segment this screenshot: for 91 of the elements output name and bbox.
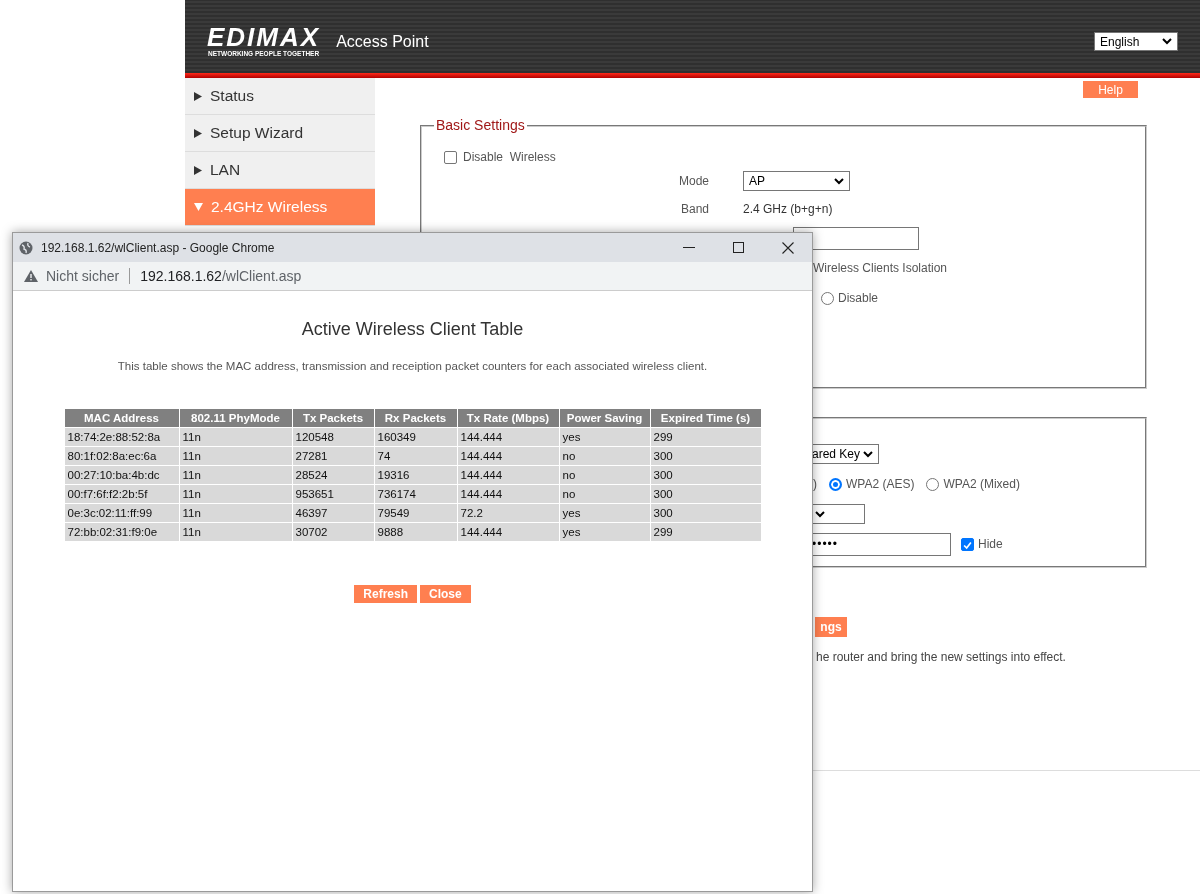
table-cell: 11n xyxy=(179,504,292,522)
table-cell: 300 xyxy=(650,447,761,465)
table-cell: 11n xyxy=(179,485,292,503)
table-cell: 144.444 xyxy=(457,447,559,465)
option-label: Wireless Clients Isolation xyxy=(813,261,948,275)
radio-button[interactable] xyxy=(926,477,940,491)
table-cell: 9888 xyxy=(374,523,457,541)
table-cell: 300 xyxy=(650,485,761,503)
table-cell: yes xyxy=(559,428,650,446)
product-title: Access Point xyxy=(336,32,429,51)
table-cell: 74 xyxy=(374,447,457,465)
caret-icon xyxy=(815,510,825,518)
table-cell: 300 xyxy=(650,466,761,484)
window-title: 192.168.1.62/wlClient.asp - Google Chrome xyxy=(41,240,275,255)
caret-icon xyxy=(1162,38,1172,45)
table-cell: 11n xyxy=(179,523,292,541)
column-header: MAC Address xyxy=(64,409,179,427)
table-cell: no xyxy=(559,466,650,484)
url-text: 192.168.1.62/wlClient.asp xyxy=(140,268,302,284)
table-cell: 11n xyxy=(179,466,292,484)
column-header: Tx Rate (Mbps) xyxy=(457,409,559,427)
checkbox[interactable] xyxy=(444,150,457,164)
table-cell: 736174 xyxy=(374,485,457,503)
column-header: Power Saving xyxy=(559,409,650,427)
table-cell: 00:27:10:ba:4b:dc xyxy=(64,466,179,484)
table-cell: 953651 xyxy=(292,485,374,503)
maximize-icon[interactable] xyxy=(733,242,744,253)
table-cell: 299 xyxy=(650,428,761,446)
table-cell: no xyxy=(559,485,650,503)
table-cell: 11n xyxy=(179,428,292,446)
table-cell: 72.2 xyxy=(457,504,559,522)
table-cell: 28524 xyxy=(292,466,374,484)
table-cell: 18:74:2e:88:52:8a xyxy=(64,428,179,446)
column-header: 802.11 PhyMode xyxy=(179,409,292,427)
description-text: This table shows the MAC address, transmission and receiption packet counters for each associated wireless client. xyxy=(117,360,708,372)
table-cell: 80:1f:02:8a:ec:6a xyxy=(64,447,179,465)
radio-label: Disable xyxy=(838,291,879,305)
radio-button[interactable] xyxy=(829,477,842,491)
table-cell: 300 xyxy=(650,504,761,522)
table-cell: 00:f7:6f:f2:2b:5f xyxy=(64,485,179,503)
table-cell: yes xyxy=(559,523,650,541)
sidebar-item[interactable]: Setup Wizard xyxy=(185,115,375,152)
warning-icon xyxy=(24,270,38,282)
checkbox-label: Disable Wireless xyxy=(463,150,556,164)
panel-legend: Basic Settings xyxy=(434,117,527,133)
caret-icon xyxy=(834,177,844,185)
table-cell: 144.444 xyxy=(457,428,559,446)
security-label: Nicht sicher xyxy=(46,268,120,284)
table-cell: 79549 xyxy=(374,504,457,522)
table-cell: 30702 xyxy=(292,523,374,541)
language-select[interactable]: English xyxy=(1094,32,1178,51)
radio-label: WPA2 (Mixed) xyxy=(943,477,1020,491)
table-cell: 11n xyxy=(179,447,292,465)
table-cell: 160349 xyxy=(374,428,457,446)
triangle-down-icon xyxy=(194,203,203,211)
field-label: Mode xyxy=(677,174,709,188)
column-header: Expired Time (s) xyxy=(650,409,761,427)
table-cell: yes xyxy=(559,504,650,522)
table-cell: no xyxy=(559,447,650,465)
table-cell: 144.444 xyxy=(457,485,559,503)
logo: EDIMAX xyxy=(207,23,321,50)
triangle-right-icon xyxy=(194,165,202,175)
radio-label: ) xyxy=(813,477,817,491)
table-cell: 144.444 xyxy=(457,523,559,541)
table-cell: 0e:3c:02:11:ff:99 xyxy=(64,504,179,522)
table-cell: 299 xyxy=(650,523,761,541)
globe-icon xyxy=(19,240,33,255)
table-cell: 19316 xyxy=(374,466,457,484)
table-cell: 72:bb:02:31:f9:0e xyxy=(64,523,179,541)
minimize-icon[interactable] xyxy=(683,246,695,249)
table-cell: 120548 xyxy=(292,428,374,446)
column-header: Rx Packets xyxy=(374,409,457,427)
radio-label: WPA2 (AES) xyxy=(846,477,915,491)
triangle-right-icon xyxy=(194,128,202,138)
radio-button[interactable] xyxy=(821,291,834,305)
table-cell: 27281 xyxy=(292,447,374,465)
field-label: Band xyxy=(679,202,709,216)
table-cell: 46397 xyxy=(292,504,374,522)
sidebar-item[interactable]: Status xyxy=(185,78,375,115)
checkbox-label: Hide xyxy=(978,537,1003,551)
checkbox[interactable] xyxy=(961,537,974,551)
note-text: he router and bring the new settings into effect. xyxy=(816,650,1066,664)
sidebar-item[interactable]: LAN xyxy=(185,152,375,189)
caret-icon xyxy=(863,450,873,458)
page-heading: Active Wireless Client Table xyxy=(301,319,524,340)
triangle-right-icon xyxy=(194,91,202,101)
mode-select[interactable]: AP xyxy=(743,171,850,191)
table-cell: 144.444 xyxy=(457,466,559,484)
field-value: 2.4 GHz (b+g+n) xyxy=(743,202,833,216)
close-icon[interactable] xyxy=(782,241,794,254)
column-header: Tx Packets xyxy=(292,409,374,427)
